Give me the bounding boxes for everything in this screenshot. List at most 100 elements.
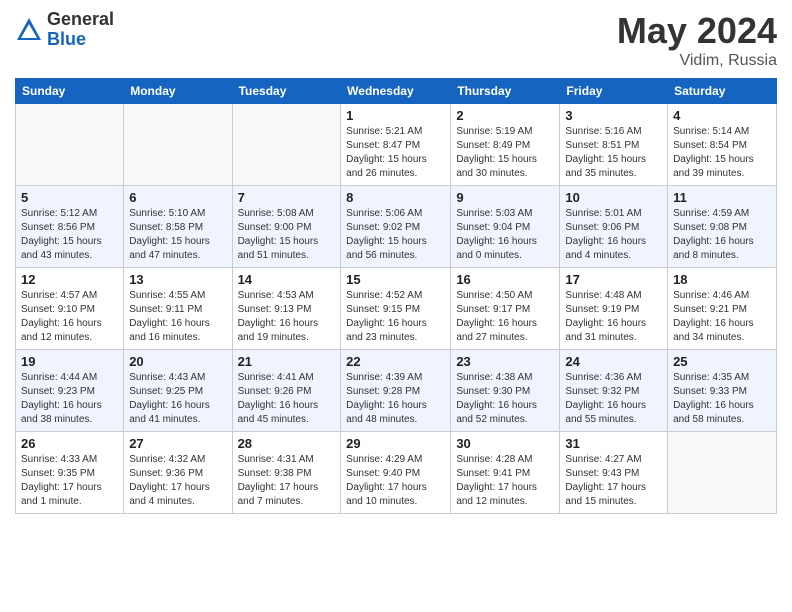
- calendar-cell: 27 Sunrise: 4:32 AMSunset: 9:36 PMDayligh…: [124, 432, 232, 514]
- logo-text: General Blue: [47, 10, 114, 50]
- calendar-week-4: 19 Sunrise: 4:44 AMSunset: 9:23 PMDayligh…: [16, 350, 777, 432]
- calendar-header-row: SundayMondayTuesdayWednesdayThursdayFrid…: [16, 79, 777, 104]
- calendar-cell: [124, 104, 232, 186]
- day-info: Sunrise: 5:14 AMSunset: 8:54 PMDaylight:…: [673, 125, 771, 181]
- day-info: Sunrise: 5:21 AMSunset: 8:47 PMDaylight:…: [346, 125, 445, 181]
- day-number: 17: [565, 272, 662, 287]
- calendar-cell: 16 Sunrise: 4:50 AMSunset: 9:17 PMDayligh…: [451, 268, 560, 350]
- calendar-cell: 21 Sunrise: 4:41 AMSunset: 9:26 PMDayligh…: [232, 350, 341, 432]
- col-header-monday: Monday: [124, 79, 232, 104]
- day-info: Sunrise: 4:52 AMSunset: 9:15 PMDaylight:…: [346, 289, 445, 345]
- calendar-cell: 23 Sunrise: 4:38 AMSunset: 9:30 PMDayligh…: [451, 350, 560, 432]
- logo-icon: [15, 16, 43, 44]
- calendar-cell: 13 Sunrise: 4:55 AMSunset: 9:11 PMDayligh…: [124, 268, 232, 350]
- calendar-cell: 12Sunrise: 4:57 AMSunset: 9:10 PMDayligh…: [16, 268, 124, 350]
- day-info: Sunrise: 5:16 AMSunset: 8:51 PMDaylight:…: [565, 125, 662, 181]
- day-number: 15: [346, 272, 445, 287]
- day-number: 19: [21, 354, 118, 369]
- day-info: Sunrise: 5:06 AMSunset: 9:02 PMDaylight:…: [346, 207, 445, 263]
- day-number: 22: [346, 354, 445, 369]
- day-number: 26: [21, 436, 118, 451]
- day-info: Sunrise: 4:46 AMSunset: 9:21 PMDaylight:…: [673, 289, 771, 345]
- day-info: Sunrise: 4:32 AMSunset: 9:36 PMDaylight:…: [129, 453, 226, 509]
- col-header-sunday: Sunday: [16, 79, 124, 104]
- day-number: 2: [456, 108, 554, 123]
- day-info: Sunrise: 4:57 AMSunset: 9:10 PMDaylight:…: [21, 289, 118, 345]
- calendar-cell: 17Sunrise: 4:48 AMSunset: 9:19 PMDayligh…: [560, 268, 668, 350]
- calendar-cell: 26 Sunrise: 4:33 AMSunset: 9:35 PMDayligh…: [16, 432, 124, 514]
- calendar-cell: 31Sunrise: 4:27 AMSunset: 9:43 PMDayligh…: [560, 432, 668, 514]
- calendar-cell: [668, 432, 777, 514]
- calendar-cell: 22Sunrise: 4:39 AMSunset: 9:28 PMDayligh…: [341, 350, 451, 432]
- day-info: Sunrise: 5:03 AMSunset: 9:04 PMDaylight:…: [456, 207, 554, 263]
- calendar-cell: 10Sunrise: 5:01 AMSunset: 9:06 PMDayligh…: [560, 186, 668, 268]
- day-info: Sunrise: 4:55 AMSunset: 9:11 PMDaylight:…: [129, 289, 226, 345]
- day-number: 7: [238, 190, 336, 205]
- day-info: Sunrise: 4:50 AMSunset: 9:17 PMDaylight:…: [456, 289, 554, 345]
- day-info: Sunrise: 4:59 AMSunset: 9:08 PMDaylight:…: [673, 207, 771, 263]
- calendar-cell: [232, 104, 341, 186]
- logo-blue-text: Blue: [47, 30, 114, 50]
- day-info: Sunrise: 4:36 AMSunset: 9:32 PMDaylight:…: [565, 371, 662, 427]
- calendar-cell: 9Sunrise: 5:03 AMSunset: 9:04 PMDaylight…: [451, 186, 560, 268]
- header: General Blue May 2024 Vidim, Russia: [15, 10, 777, 70]
- day-number: 18: [673, 272, 771, 287]
- day-number: 25: [673, 354, 771, 369]
- day-number: 27: [129, 436, 226, 451]
- day-info: Sunrise: 4:38 AMSunset: 9:30 PMDaylight:…: [456, 371, 554, 427]
- month-year: May 2024: [617, 10, 777, 52]
- calendar-cell: 11 Sunrise: 4:59 AMSunset: 9:08 PMDayligh…: [668, 186, 777, 268]
- day-number: 8: [346, 190, 445, 205]
- day-info: Sunrise: 4:28 AMSunset: 9:41 PMDaylight:…: [456, 453, 554, 509]
- day-number: 16: [456, 272, 554, 287]
- day-info: Sunrise: 5:10 AMSunset: 8:58 PMDaylight:…: [129, 207, 226, 263]
- calendar-cell: 28 Sunrise: 4:31 AMSunset: 9:38 PMDayligh…: [232, 432, 341, 514]
- page: General Blue May 2024 Vidim, Russia Sund…: [0, 0, 792, 524]
- day-info: Sunrise: 5:19 AMSunset: 8:49 PMDaylight:…: [456, 125, 554, 181]
- calendar-week-3: 12Sunrise: 4:57 AMSunset: 9:10 PMDayligh…: [16, 268, 777, 350]
- calendar-cell: 18 Sunrise: 4:46 AMSunset: 9:21 PMDayligh…: [668, 268, 777, 350]
- day-info: Sunrise: 4:29 AMSunset: 9:40 PMDaylight:…: [346, 453, 445, 509]
- day-info: Sunrise: 4:44 AMSunset: 9:23 PMDaylight:…: [21, 371, 118, 427]
- day-number: 20: [129, 354, 226, 369]
- calendar-cell: 3 Sunrise: 5:16 AMSunset: 8:51 PMDaylight…: [560, 104, 668, 186]
- day-number: 23: [456, 354, 554, 369]
- calendar-week-5: 26 Sunrise: 4:33 AMSunset: 9:35 PMDayligh…: [16, 432, 777, 514]
- calendar-table: SundayMondayTuesdayWednesdayThursdayFrid…: [15, 78, 777, 514]
- day-info: Sunrise: 4:27 AMSunset: 9:43 PMDaylight:…: [565, 453, 662, 509]
- calendar-cell: 20 Sunrise: 4:43 AMSunset: 9:25 PMDayligh…: [124, 350, 232, 432]
- day-info: Sunrise: 5:01 AMSunset: 9:06 PMDaylight:…: [565, 207, 662, 263]
- calendar-cell: 5Sunrise: 5:12 AMSunset: 8:56 PMDaylight…: [16, 186, 124, 268]
- logo: General Blue: [15, 10, 114, 50]
- calendar-cell: 24Sunrise: 4:36 AMSunset: 9:32 PMDayligh…: [560, 350, 668, 432]
- day-number: 6: [129, 190, 226, 205]
- calendar-cell: 2 Sunrise: 5:19 AMSunset: 8:49 PMDaylight…: [451, 104, 560, 186]
- calendar-cell: 25 Sunrise: 4:35 AMSunset: 9:33 PMDayligh…: [668, 350, 777, 432]
- day-number: 30: [456, 436, 554, 451]
- day-info: Sunrise: 4:33 AMSunset: 9:35 PMDaylight:…: [21, 453, 118, 509]
- calendar-cell: [16, 104, 124, 186]
- calendar-cell: 15 Sunrise: 4:52 AMSunset: 9:15 PMDayligh…: [341, 268, 451, 350]
- day-info: Sunrise: 4:53 AMSunset: 9:13 PMDaylight:…: [238, 289, 336, 345]
- calendar-week-1: 1Sunrise: 5:21 AMSunset: 8:47 PMDaylight…: [16, 104, 777, 186]
- calendar-cell: 30 Sunrise: 4:28 AMSunset: 9:41 PMDayligh…: [451, 432, 560, 514]
- calendar-cell: 4 Sunrise: 5:14 AMSunset: 8:54 PMDaylight…: [668, 104, 777, 186]
- day-info: Sunrise: 4:43 AMSunset: 9:25 PMDaylight:…: [129, 371, 226, 427]
- col-header-tuesday: Tuesday: [232, 79, 341, 104]
- day-number: 4: [673, 108, 771, 123]
- calendar-cell: 19 Sunrise: 4:44 AMSunset: 9:23 PMDayligh…: [16, 350, 124, 432]
- day-number: 11: [673, 190, 771, 205]
- day-number: 13: [129, 272, 226, 287]
- day-info: Sunrise: 4:35 AMSunset: 9:33 PMDaylight:…: [673, 371, 771, 427]
- day-number: 21: [238, 354, 336, 369]
- day-info: Sunrise: 5:08 AMSunset: 9:00 PMDaylight:…: [238, 207, 336, 263]
- day-number: 3: [565, 108, 662, 123]
- day-number: 28: [238, 436, 336, 451]
- day-info: Sunrise: 4:31 AMSunset: 9:38 PMDaylight:…: [238, 453, 336, 509]
- logo-general-text: General: [47, 10, 114, 30]
- calendar-cell: 7 Sunrise: 5:08 AMSunset: 9:00 PMDaylight…: [232, 186, 341, 268]
- day-number: 5: [21, 190, 118, 205]
- day-info: Sunrise: 4:41 AMSunset: 9:26 PMDaylight:…: [238, 371, 336, 427]
- calendar-week-2: 5Sunrise: 5:12 AMSunset: 8:56 PMDaylight…: [16, 186, 777, 268]
- col-header-thursday: Thursday: [451, 79, 560, 104]
